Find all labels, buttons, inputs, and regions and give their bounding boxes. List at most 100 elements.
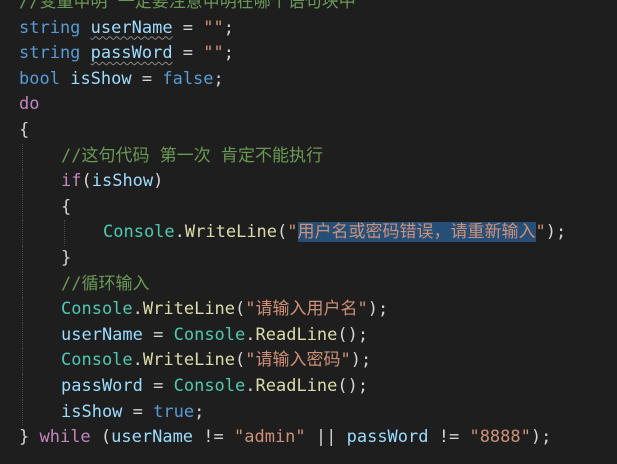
code-token: " <box>287 222 298 243</box>
code-line-open-brace-do[interactable]: { <box>0 118 617 144</box>
code-token: do <box>19 94 40 115</box>
code-token: = <box>172 43 204 64</box>
code-token: Console <box>173 324 246 345</box>
code-token: ); <box>367 299 389 320</box>
code-token: (); <box>337 324 369 345</box>
code-token: while <box>39 427 91 448</box>
code-token: . <box>245 324 256 345</box>
code-line-while-condition[interactable]: } while (userName != "admin" || passWord… <box>0 425 617 451</box>
indent-guide <box>22 322 23 349</box>
indent-guide <box>22 220 23 246</box>
code-token: //这句代码 第一次 肯定不能执行 <box>61 145 323 166</box>
selected-text: 用户名或密码错误，请重新输入 <box>297 222 536 243</box>
code-line-decl-isshow[interactable]: bool isShow = false; <box>0 67 617 93</box>
code-token: = <box>131 68 163 89</box>
indent-guide <box>22 399 23 426</box>
code-line-decl-username[interactable]: string userName = ""; <box>0 16 617 42</box>
code-token: != <box>428 427 470 448</box>
code-token: . <box>245 375 256 396</box>
code-editor[interactable]: //变量申明 一定要注意申明在哪个语句块中 string userName = "… <box>0 0 617 464</box>
code-area[interactable]: //变量申明 一定要注意申明在哪个语句块中 string userName = "… <box>0 0 617 451</box>
code-line-writeline-username-prompt[interactable]: Console.WriteLine("请输入用户名"); <box>0 297 617 323</box>
indent-guide <box>22 245 23 272</box>
code-line-close-brace-if[interactable]: } <box>0 245 617 272</box>
code-token: "admin" <box>234 427 306 448</box>
code-line-if-isshow[interactable]: if(isShow) <box>0 169 617 195</box>
indent-guide <box>22 348 23 374</box>
code-token: = <box>122 401 154 422</box>
code-token: Console <box>61 350 133 371</box>
code-token: WriteLine <box>142 350 236 371</box>
code-line-open-brace-if[interactable]: { <box>0 194 617 221</box>
code-token: ( <box>235 350 246 371</box>
indent-guide <box>22 169 23 195</box>
code-token: . <box>174 222 185 243</box>
indent-guide <box>22 271 23 298</box>
code-token: //变量申明 一定要注意申明在哪个语句块中 <box>19 0 356 12</box>
code-token: ); <box>530 427 552 448</box>
code-token: . <box>132 350 143 371</box>
code-token: ( <box>235 299 246 320</box>
code-token: ReadLine <box>255 324 338 345</box>
code-token: "" <box>203 43 224 64</box>
code-line-comment-loop-input[interactable]: //循环输入 <box>0 271 617 298</box>
code-token: != <box>193 427 234 448</box>
code-token: ( <box>90 427 112 448</box>
indent-guide <box>64 220 65 246</box>
code-line-do-keyword[interactable]: do <box>0 92 617 118</box>
code-token: ); <box>545 222 567 243</box>
code-token: } <box>19 427 40 448</box>
code-line-writeline-error[interactable]: Console.WriteLine("用户名或密码错误，请重新输入"); <box>0 220 617 246</box>
code-token: || <box>305 427 347 448</box>
code-token: = <box>172 17 204 38</box>
code-token: passWord <box>61 375 143 396</box>
code-token: { <box>19 119 30 140</box>
code-token: ; <box>223 17 235 38</box>
indent-guide <box>22 194 23 221</box>
code-token: "" <box>203 17 224 38</box>
code-token: isShow <box>61 401 123 422</box>
code-token: userName <box>90 17 173 38</box>
code-token: true <box>153 401 195 422</box>
code-token: (); <box>337 375 369 396</box>
code-token: ; <box>194 401 205 422</box>
code-token: userName <box>111 427 194 448</box>
code-token: WriteLine <box>184 222 278 243</box>
code-token: "8888" <box>469 427 531 448</box>
code-line-comment-first-time[interactable]: //这句代码 第一次 肯定不能执行 <box>0 143 617 170</box>
code-token: false <box>162 68 214 89</box>
code-token: string <box>19 17 81 38</box>
code-token: bool <box>19 68 60 89</box>
code-token: Console <box>61 299 133 320</box>
code-token: { <box>61 196 72 217</box>
indent-guide <box>22 373 23 400</box>
code-line-comment-top[interactable]: //变量申明 一定要注意申明在哪个语句块中 <box>0 0 617 16</box>
code-line-readline-password[interactable]: passWord = Console.ReadLine(); <box>0 373 617 400</box>
code-line-decl-password[interactable]: string passWord = ""; <box>0 41 617 67</box>
code-token: ); <box>350 350 372 371</box>
code-token: " <box>535 222 546 243</box>
code-token: ReadLine <box>255 375 338 396</box>
code-token: = <box>142 324 174 345</box>
code-token: userName <box>61 324 143 345</box>
code-token: passWord <box>346 427 429 448</box>
code-token: string <box>19 43 81 64</box>
code-token: } <box>61 247 72 268</box>
code-token: passWord <box>90 43 173 64</box>
code-line-writeline-password-prompt[interactable]: Console.WriteLine("请输入密码"); <box>0 348 617 374</box>
code-line-readline-username[interactable]: userName = Console.ReadLine(); <box>0 322 617 349</box>
code-token: isShow <box>70 68 132 89</box>
indent-guide <box>22 143 23 170</box>
code-token: ( <box>277 222 288 243</box>
code-token: . <box>132 299 143 320</box>
code-token: //循环输入 <box>61 273 150 294</box>
code-line-assign-isshow-true[interactable]: isShow = true; <box>0 399 617 426</box>
indent-guide <box>22 297 23 323</box>
code-token: ; <box>213 68 224 89</box>
code-token: Console <box>173 375 246 396</box>
code-token: ; <box>223 43 235 64</box>
code-token: ) <box>153 171 164 192</box>
code-token: isShow <box>91 171 154 192</box>
